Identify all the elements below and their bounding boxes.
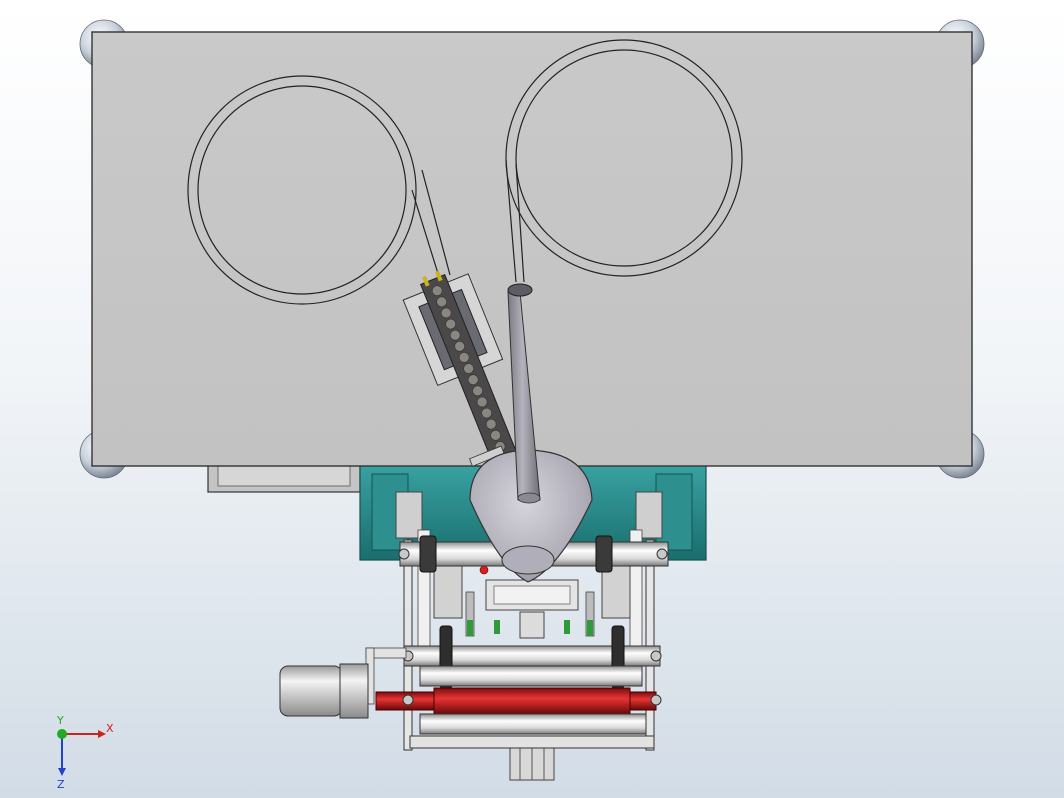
machine-model[interactable] [0, 0, 1064, 798]
red-marker [479, 565, 489, 575]
z-axis-arrow [58, 768, 66, 776]
top-plate[interactable] [79, 19, 985, 479]
coordinate-triad: X Y Z [56, 714, 114, 791]
y-axis-label: Y [56, 714, 64, 727]
indicator-right [587, 620, 593, 636]
cad-viewport[interactable]: X Y Z [0, 0, 1064, 798]
lower-roller[interactable] [419, 713, 647, 735]
x-axis-label: X [106, 722, 114, 735]
x-axis-arrow [98, 730, 106, 738]
indicator-left [467, 620, 473, 636]
y-axis-dot [57, 729, 67, 739]
z-axis-label: Z [57, 778, 65, 791]
